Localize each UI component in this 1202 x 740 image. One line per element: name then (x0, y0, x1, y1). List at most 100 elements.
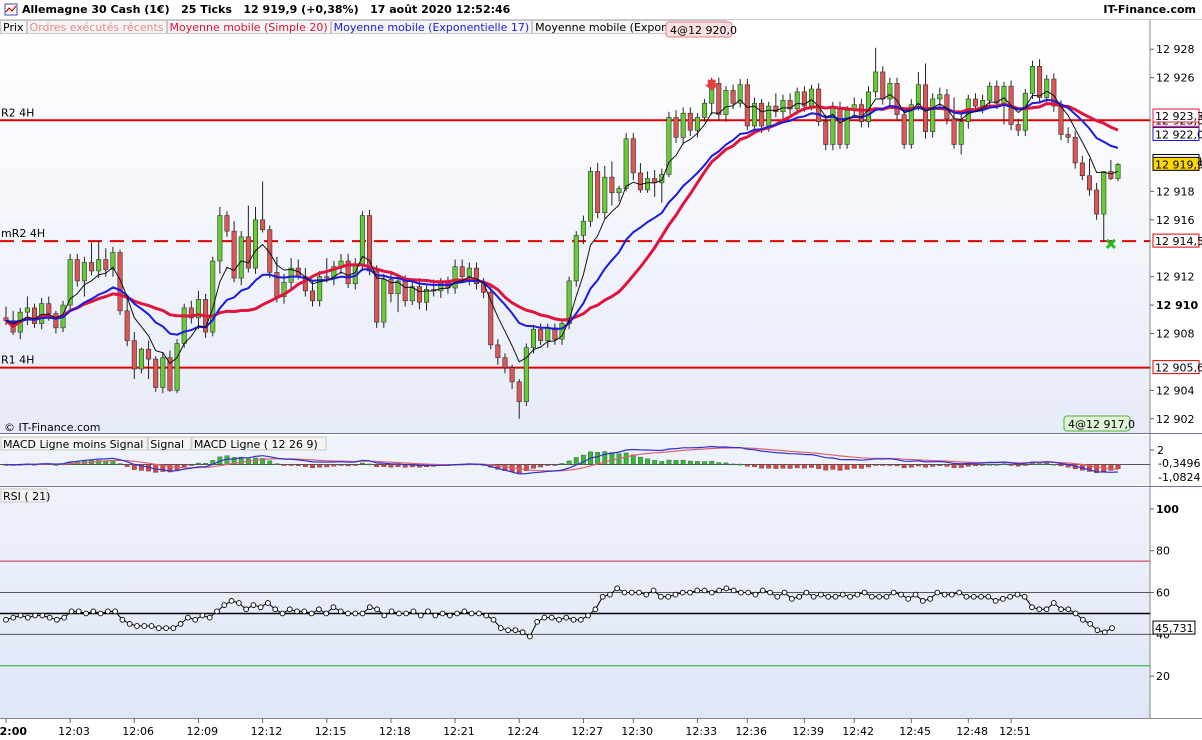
candle (673, 117, 679, 138)
candle (823, 121, 829, 145)
rsi-point (621, 589, 628, 596)
time-tick-label: 12:36 (735, 725, 767, 738)
rsi-point (941, 591, 948, 598)
macd-histogram-bar (1115, 464, 1121, 470)
rsi-point (519, 629, 526, 636)
time-tick-label: 12:42 (842, 725, 874, 738)
candle (32, 307, 38, 324)
rsi-point (17, 612, 24, 619)
candle (759, 102, 765, 127)
macd-histogram-bar (759, 464, 764, 469)
rsi-point (279, 610, 286, 617)
macd-histogram-bar (702, 461, 707, 465)
rsi-point (1058, 606, 1064, 613)
macd-histogram-bar (873, 464, 879, 466)
rsi-point (905, 595, 912, 602)
rsi-point (374, 606, 380, 613)
candle (238, 236, 244, 279)
candle (1065, 134, 1071, 138)
rsi-point (410, 608, 417, 615)
macd-histogram-bar (395, 464, 401, 468)
macd-histogram-bar (851, 464, 857, 469)
rsi-point (468, 610, 475, 617)
rsi-point (316, 606, 322, 613)
candle (545, 327, 551, 341)
macd-histogram-bar (638, 456, 643, 465)
macd-histogram-bar (673, 460, 679, 465)
rsi-point (403, 610, 410, 617)
rsi-point (570, 616, 577, 623)
candle (24, 307, 30, 313)
rsi-point (257, 604, 264, 611)
rsi-point (934, 589, 941, 596)
rsi-point (461, 608, 468, 615)
macd-histogram-bar (281, 464, 287, 466)
macd-histogram-bar (737, 463, 743, 466)
price-tick-label: 12 904 (1156, 384, 1195, 397)
macd-histogram-bar (203, 463, 208, 465)
macd-histogram-bar (1001, 463, 1007, 465)
rsi-point (105, 608, 111, 615)
time-tick-label: 12:18 (379, 725, 411, 738)
rsi-point (1101, 629, 1108, 636)
candle (573, 235, 579, 282)
rsi-point (134, 623, 140, 629)
rsi-value-label: 45,731 (1155, 622, 1194, 635)
macd-histogram-bar (787, 464, 793, 469)
macd-histogram-bar (730, 463, 736, 466)
macd-histogram-bar (837, 464, 843, 471)
rsi-point (548, 614, 555, 621)
candle (466, 267, 472, 277)
candle (602, 176, 608, 213)
rsi-point (687, 589, 693, 596)
candle (402, 280, 408, 302)
macd-histogram-bar (374, 464, 380, 467)
level-price-label: 12 914,5 (1155, 235, 1202, 248)
rsi-point (694, 587, 701, 594)
macd-histogram-bar (666, 459, 672, 465)
candle (1101, 171, 1107, 215)
rsi-point (774, 593, 781, 600)
rsi-point (1021, 593, 1028, 600)
rsi-point (607, 591, 613, 598)
candle (260, 219, 266, 231)
rsi-point (919, 598, 926, 604)
chart-canvas: 12 928 12 926 12 918 12 916 12 912 12 910 12 9… (0, 20, 1202, 738)
time-tick-label: 12:06 (122, 725, 154, 738)
macd-histogram-bar (531, 464, 536, 469)
macd-histogram-bar (352, 464, 358, 466)
rsi-point (301, 608, 308, 615)
candle (1094, 189, 1100, 215)
macd-histogram-bar (659, 461, 665, 465)
macd-histogram-bar (794, 464, 800, 469)
copyright-text: © IT-Finance.com (4, 421, 101, 434)
macd-histogram-bar (124, 464, 130, 467)
rsi-point (1087, 621, 1094, 627)
candle (987, 85, 993, 101)
rsi-point (308, 610, 315, 617)
macd-histogram-bar (773, 464, 779, 469)
candle (39, 303, 45, 324)
rsi-point (701, 587, 708, 594)
macd-histogram-bar (1008, 464, 1014, 466)
price-label: 12 922,0 (1155, 129, 1202, 142)
candle (880, 71, 886, 100)
rsi-point (890, 589, 897, 596)
rsi-point (767, 589, 773, 596)
rsi-point (978, 593, 984, 600)
rsi-point (155, 625, 162, 631)
macd-histogram-bar (253, 457, 258, 465)
macd-histogram-bar (381, 464, 387, 467)
candle (516, 381, 522, 403)
macd-histogram-bar (1058, 464, 1064, 467)
rsi-point (432, 612, 439, 619)
macd-histogram-bar (288, 464, 294, 466)
candle (951, 118, 957, 145)
rsi-point (745, 589, 752, 596)
macd-histogram-bar (908, 464, 914, 468)
time-tick-label: 12:00 (0, 725, 27, 738)
rsi-point (927, 595, 933, 602)
level-label: mR2 4H (1, 227, 45, 240)
rsi-point (1094, 627, 1101, 634)
rsi-point (534, 618, 541, 625)
